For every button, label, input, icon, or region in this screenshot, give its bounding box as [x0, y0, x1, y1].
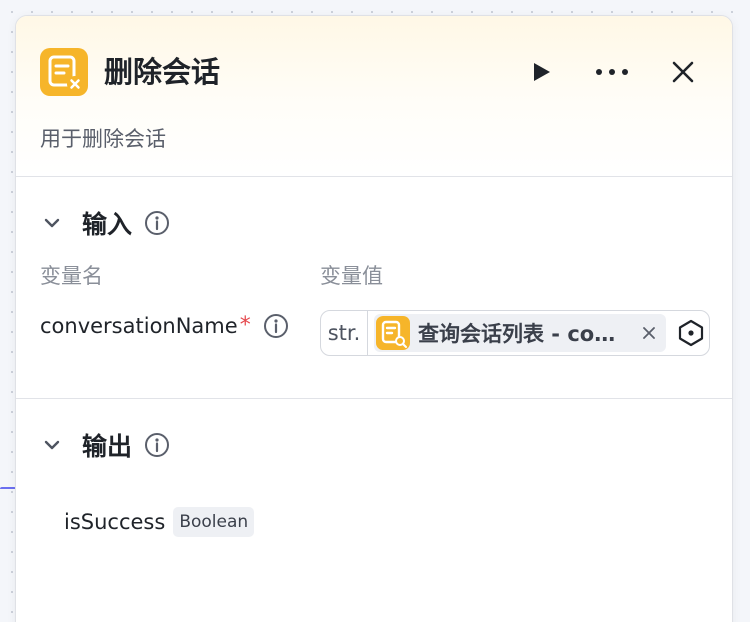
info-icon[interactable]	[144, 432, 170, 458]
variable-picker-icon	[678, 319, 704, 347]
output-section-toggle[interactable]: 输出	[40, 427, 170, 463]
output-section-title: 输出	[82, 432, 133, 461]
column-label-value: 变量值	[320, 264, 383, 288]
panel-header: 删除会话 用于删除会话	[16, 16, 732, 177]
required-mark: *	[239, 313, 251, 338]
chevron-down-icon	[44, 440, 60, 450]
more-icon	[596, 69, 628, 75]
more-button[interactable]	[592, 52, 632, 92]
remove-reference-button[interactable]	[638, 322, 660, 344]
input-section: 输入 变量名 变量值 conversationName * str. 查询会话列…	[16, 177, 732, 399]
info-icon[interactable]	[144, 210, 170, 236]
run-button[interactable]	[521, 52, 561, 92]
output-section: 输出 isSuccess Boolean	[16, 399, 732, 622]
output-field-name: isSuccess	[64, 510, 166, 534]
param-name-row: conversationName *	[40, 311, 289, 341]
variable-picker-button[interactable]	[676, 318, 706, 348]
variable-reference-text: 查询会话列表 - co…	[418, 322, 616, 346]
input-section-title: 输入	[82, 210, 133, 239]
output-field-type-badge: Boolean	[173, 507, 255, 537]
close-icon	[643, 327, 655, 339]
param-value-input[interactable]: str. 查询会话列表 - co…	[320, 310, 710, 356]
node-title[interactable]: 删除会话	[104, 52, 220, 92]
document-search-icon	[376, 316, 410, 350]
node-description[interactable]: 用于删除会话	[40, 124, 166, 154]
node-config-panel: 删除会话 用于删除会话 输入 变量名 变量值 conversationName …	[15, 15, 733, 622]
close-button[interactable]	[663, 52, 703, 92]
chevron-down-icon	[44, 218, 60, 228]
close-icon	[672, 61, 694, 83]
info-icon[interactable]	[263, 313, 289, 339]
input-section-toggle[interactable]: 输入	[40, 205, 170, 241]
document-delete-icon	[40, 48, 88, 96]
type-tag: str.	[321, 311, 368, 355]
variable-reference-chip[interactable]: 查询会话列表 - co…	[374, 314, 666, 352]
flow-connection-line	[0, 487, 16, 493]
output-field-row: isSuccess Boolean	[64, 507, 255, 537]
column-label-name: 变量名	[40, 264, 103, 288]
param-name: conversationName	[40, 314, 238, 338]
play-icon	[534, 63, 550, 81]
